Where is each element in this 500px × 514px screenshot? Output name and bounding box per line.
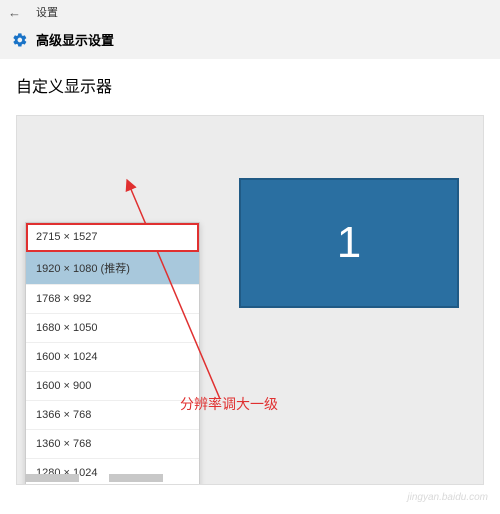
scroll-thumb[interactable] xyxy=(109,474,163,482)
display-preview-area: 1 2715 × 15271920 × 1080 (推荐)1768 × 9921… xyxy=(16,115,484,485)
resolution-option[interactable]: 1360 × 768 xyxy=(26,430,199,459)
resolution-option[interactable]: 1680 × 1050 xyxy=(26,314,199,343)
back-arrow-icon[interactable]: ← xyxy=(8,5,24,20)
header-title: 高级显示设置 xyxy=(36,30,114,49)
resolution-option[interactable]: 1600 × 1024 xyxy=(26,343,199,372)
resolution-option[interactable]: 1768 × 992 xyxy=(26,285,199,314)
section-title: 自定义显示器 xyxy=(16,73,484,97)
resolution-option[interactable]: 1366 × 768 xyxy=(26,401,199,430)
resolution-dropdown[interactable]: 2715 × 15271920 × 1080 (推荐)1768 × 992168… xyxy=(25,222,200,485)
watermark: jingyan.baidu.com xyxy=(407,492,488,503)
resolution-option[interactable]: 2715 × 1527 xyxy=(26,223,199,252)
monitor-number: 1 xyxy=(337,218,361,268)
resolution-option[interactable]: 1600 × 900 xyxy=(26,372,199,401)
titlebar: ← 设置 xyxy=(0,0,500,24)
scroll-thumb[interactable] xyxy=(25,474,79,482)
monitor-tile[interactable]: 1 xyxy=(239,178,459,308)
titlebar-label: 设置 xyxy=(36,4,58,20)
gear-icon xyxy=(12,32,28,48)
scroll-indicator xyxy=(25,474,205,484)
header: 高级显示设置 xyxy=(0,24,500,59)
content-area: 自定义显示器 1 2715 × 15271920 × 1080 (推荐)1768… xyxy=(0,59,500,514)
resolution-option[interactable]: 1920 × 1080 (推荐) xyxy=(26,252,199,285)
